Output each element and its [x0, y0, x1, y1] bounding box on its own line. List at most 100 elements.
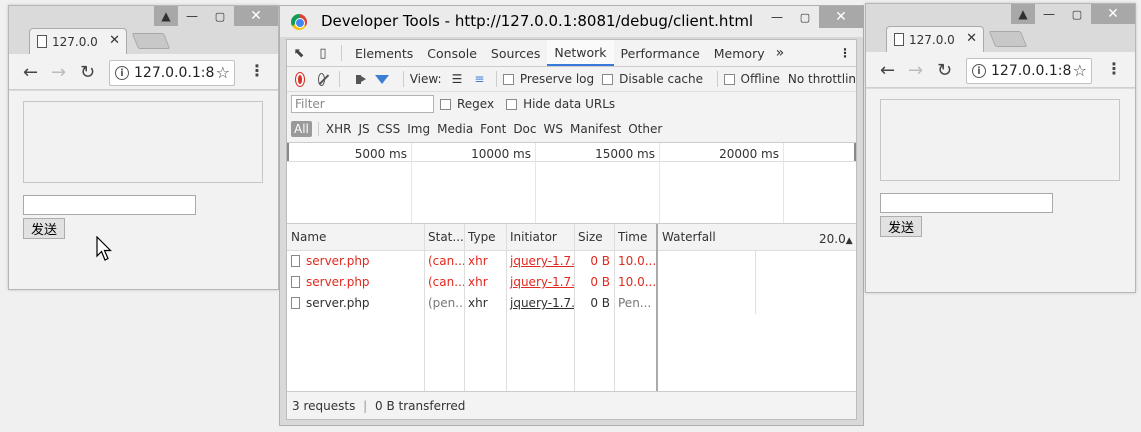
offline-checkbox[interactable]: Offline — [723, 72, 780, 86]
right-window-controls: ▲ — ▢ ✕ — [1011, 4, 1135, 24]
inspect-element-icon[interactable]: ⬉ — [287, 40, 311, 66]
minimize-button[interactable]: — — [1035, 4, 1063, 24]
menu-icon[interactable]: ⋮ — [1106, 59, 1122, 78]
capture-screenshots-icon[interactable] — [355, 74, 366, 84]
table-row[interactable]: server.php (can... xhr jquery-1.7... 0 B… — [287, 251, 856, 272]
message-log-area[interactable] — [23, 101, 263, 183]
type-filter-other[interactable]: Other — [628, 122, 662, 136]
request-initiator[interactable]: jquery-1.7... — [506, 251, 574, 272]
regex-checkbox[interactable]: Regex — [440, 97, 494, 111]
checkbox[interactable] — [723, 73, 735, 85]
tab-sources[interactable]: Sources — [484, 40, 547, 66]
maximize-button[interactable]: ▢ — [791, 6, 819, 28]
close-tab-icon[interactable]: ✕ — [966, 31, 977, 46]
maximize-button[interactable]: ▢ — [206, 6, 234, 26]
type-filter-media[interactable]: Media — [437, 122, 473, 136]
table-row[interactable]: server.php (pen... xhr jquery-1.7... 0 B… — [287, 293, 856, 314]
close-button[interactable]: ✕ — [234, 6, 278, 26]
new-tab-button[interactable] — [988, 31, 1028, 47]
more-tabs-button[interactable]: » — [776, 40, 785, 66]
close-tab-icon[interactable]: ✕ — [109, 33, 120, 48]
type-filter-img[interactable]: Img — [407, 122, 430, 136]
type-filter-ws[interactable]: WS — [544, 122, 563, 136]
initiator-link[interactable]: jquery-1.7... — [510, 254, 574, 268]
minimize-button[interactable]: — — [763, 6, 791, 28]
type-filter-manifest[interactable]: Manifest — [570, 122, 621, 136]
type-filter-all[interactable]: All — [291, 121, 312, 137]
file-icon — [291, 276, 300, 288]
profile-icon[interactable]: ▲ — [1011, 4, 1035, 24]
bookmark-star-icon[interactable]: ☆ — [216, 63, 230, 82]
back-icon[interactable]: ← — [880, 60, 895, 81]
maximize-button[interactable]: ▢ — [1063, 4, 1091, 24]
menu-icon[interactable]: ⋮ — [249, 61, 265, 80]
back-icon[interactable]: ← — [23, 62, 38, 83]
bookmark-star-icon[interactable]: ☆ — [1073, 61, 1087, 80]
initiator-link[interactable]: jquery-1.7... — [510, 275, 574, 289]
checkbox[interactable] — [502, 73, 514, 85]
request-initiator[interactable]: jquery-1.7... — [506, 293, 574, 314]
column-header-name[interactable]: Name — [287, 224, 424, 251]
reload-icon[interactable]: ↻ — [80, 62, 95, 83]
send-button[interactable]: 发送 — [23, 218, 65, 239]
network-request-table: Name Stat... Type Initiator Size Time Wa… — [287, 224, 856, 393]
message-input[interactable] — [23, 195, 196, 215]
reload-icon[interactable]: ↻ — [937, 60, 952, 81]
filter-icon[interactable] — [375, 74, 390, 84]
column-header-type[interactable]: Type — [464, 224, 506, 251]
tab-console[interactable]: Console — [420, 40, 484, 66]
type-filter-css[interactable]: CSS — [377, 122, 401, 136]
profile-icon[interactable]: ▲ — [154, 6, 178, 26]
checkbox[interactable] — [440, 98, 451, 110]
overview-icon[interactable]: ≡ — [474, 72, 484, 86]
forward-icon[interactable]: → — [908, 60, 923, 81]
devtools-panel-tabs: ⬉ ▯ Elements Console Sources Network Per… — [287, 40, 856, 67]
close-button[interactable]: ✕ — [1091, 4, 1135, 24]
initiator-link[interactable]: jquery-1.7... — [510, 296, 574, 310]
message-log-area[interactable] — [880, 99, 1120, 181]
type-filter-js[interactable]: JS — [358, 122, 369, 136]
address-bar[interactable]: i 127.0.0.1:8 ☆ — [966, 58, 1092, 84]
throttling-select[interactable]: No throttlin — [788, 72, 856, 86]
tab-elements[interactable]: Elements — [348, 40, 420, 66]
info-icon[interactable]: i — [972, 64, 986, 78]
hide-data-urls-checkbox[interactable]: Hide data URLs — [506, 97, 615, 111]
message-input[interactable] — [880, 193, 1053, 213]
disable-cache-checkbox[interactable]: Disable cache — [602, 72, 703, 86]
column-header-initiator[interactable]: Initiator — [506, 224, 574, 251]
request-initiator[interactable]: jquery-1.7... — [506, 272, 574, 293]
network-overview-timeline[interactable]: 5000 ms 10000 ms 15000 ms 20000 ms — [287, 142, 856, 224]
tab-memory[interactable]: Memory — [707, 40, 772, 66]
type-filter-xhr[interactable]: XHR — [326, 122, 352, 136]
table-row[interactable]: server.php (can... xhr jquery-1.7... 0 B… — [287, 272, 856, 293]
checkbox[interactable] — [602, 73, 614, 85]
minimize-button[interactable]: — — [178, 6, 206, 26]
info-icon[interactable]: i — [115, 66, 129, 80]
tab-performance[interactable]: Performance — [614, 40, 707, 66]
filter-input[interactable]: Filter — [291, 95, 434, 113]
type-filter-doc[interactable]: Doc — [513, 122, 536, 136]
new-tab-button[interactable] — [131, 33, 171, 49]
browser-tab[interactable]: 127.0.0 ✕ — [29, 28, 127, 55]
close-button[interactable]: ✕ — [819, 6, 863, 28]
type-filter-font[interactable]: Font — [480, 122, 506, 136]
column-header-size[interactable]: Size — [574, 224, 614, 251]
clear-icon[interactable] — [318, 72, 326, 86]
address-bar[interactable]: i 127.0.0.1:8 ☆ — [109, 60, 235, 86]
checkbox[interactable] — [506, 98, 518, 110]
send-button[interactable]: 发送 — [880, 216, 922, 237]
device-toolbar-icon[interactable]: ▯ — [311, 40, 335, 66]
column-header-time[interactable]: Time — [614, 224, 656, 251]
column-header-waterfall[interactable]: Waterfall — [658, 224, 778, 251]
tab-network[interactable]: Network — [547, 40, 614, 66]
devtools-menu-icon[interactable]: ⋮ — [834, 40, 856, 66]
column-header-status[interactable]: Stat... — [424, 224, 464, 251]
overview-right-handle[interactable] — [854, 143, 856, 161]
sort-ascending-icon[interactable]: ▲ — [846, 236, 853, 246]
overview-left-handle[interactable] — [287, 143, 289, 161]
large-rows-icon[interactable]: ☰ — [452, 72, 463, 86]
forward-icon[interactable]: → — [51, 62, 66, 83]
browser-tab[interactable]: 127.0.0 ✕ — [886, 26, 984, 53]
record-icon[interactable] — [296, 72, 305, 86]
preserve-log-checkbox[interactable]: Preserve log — [502, 72, 594, 86]
